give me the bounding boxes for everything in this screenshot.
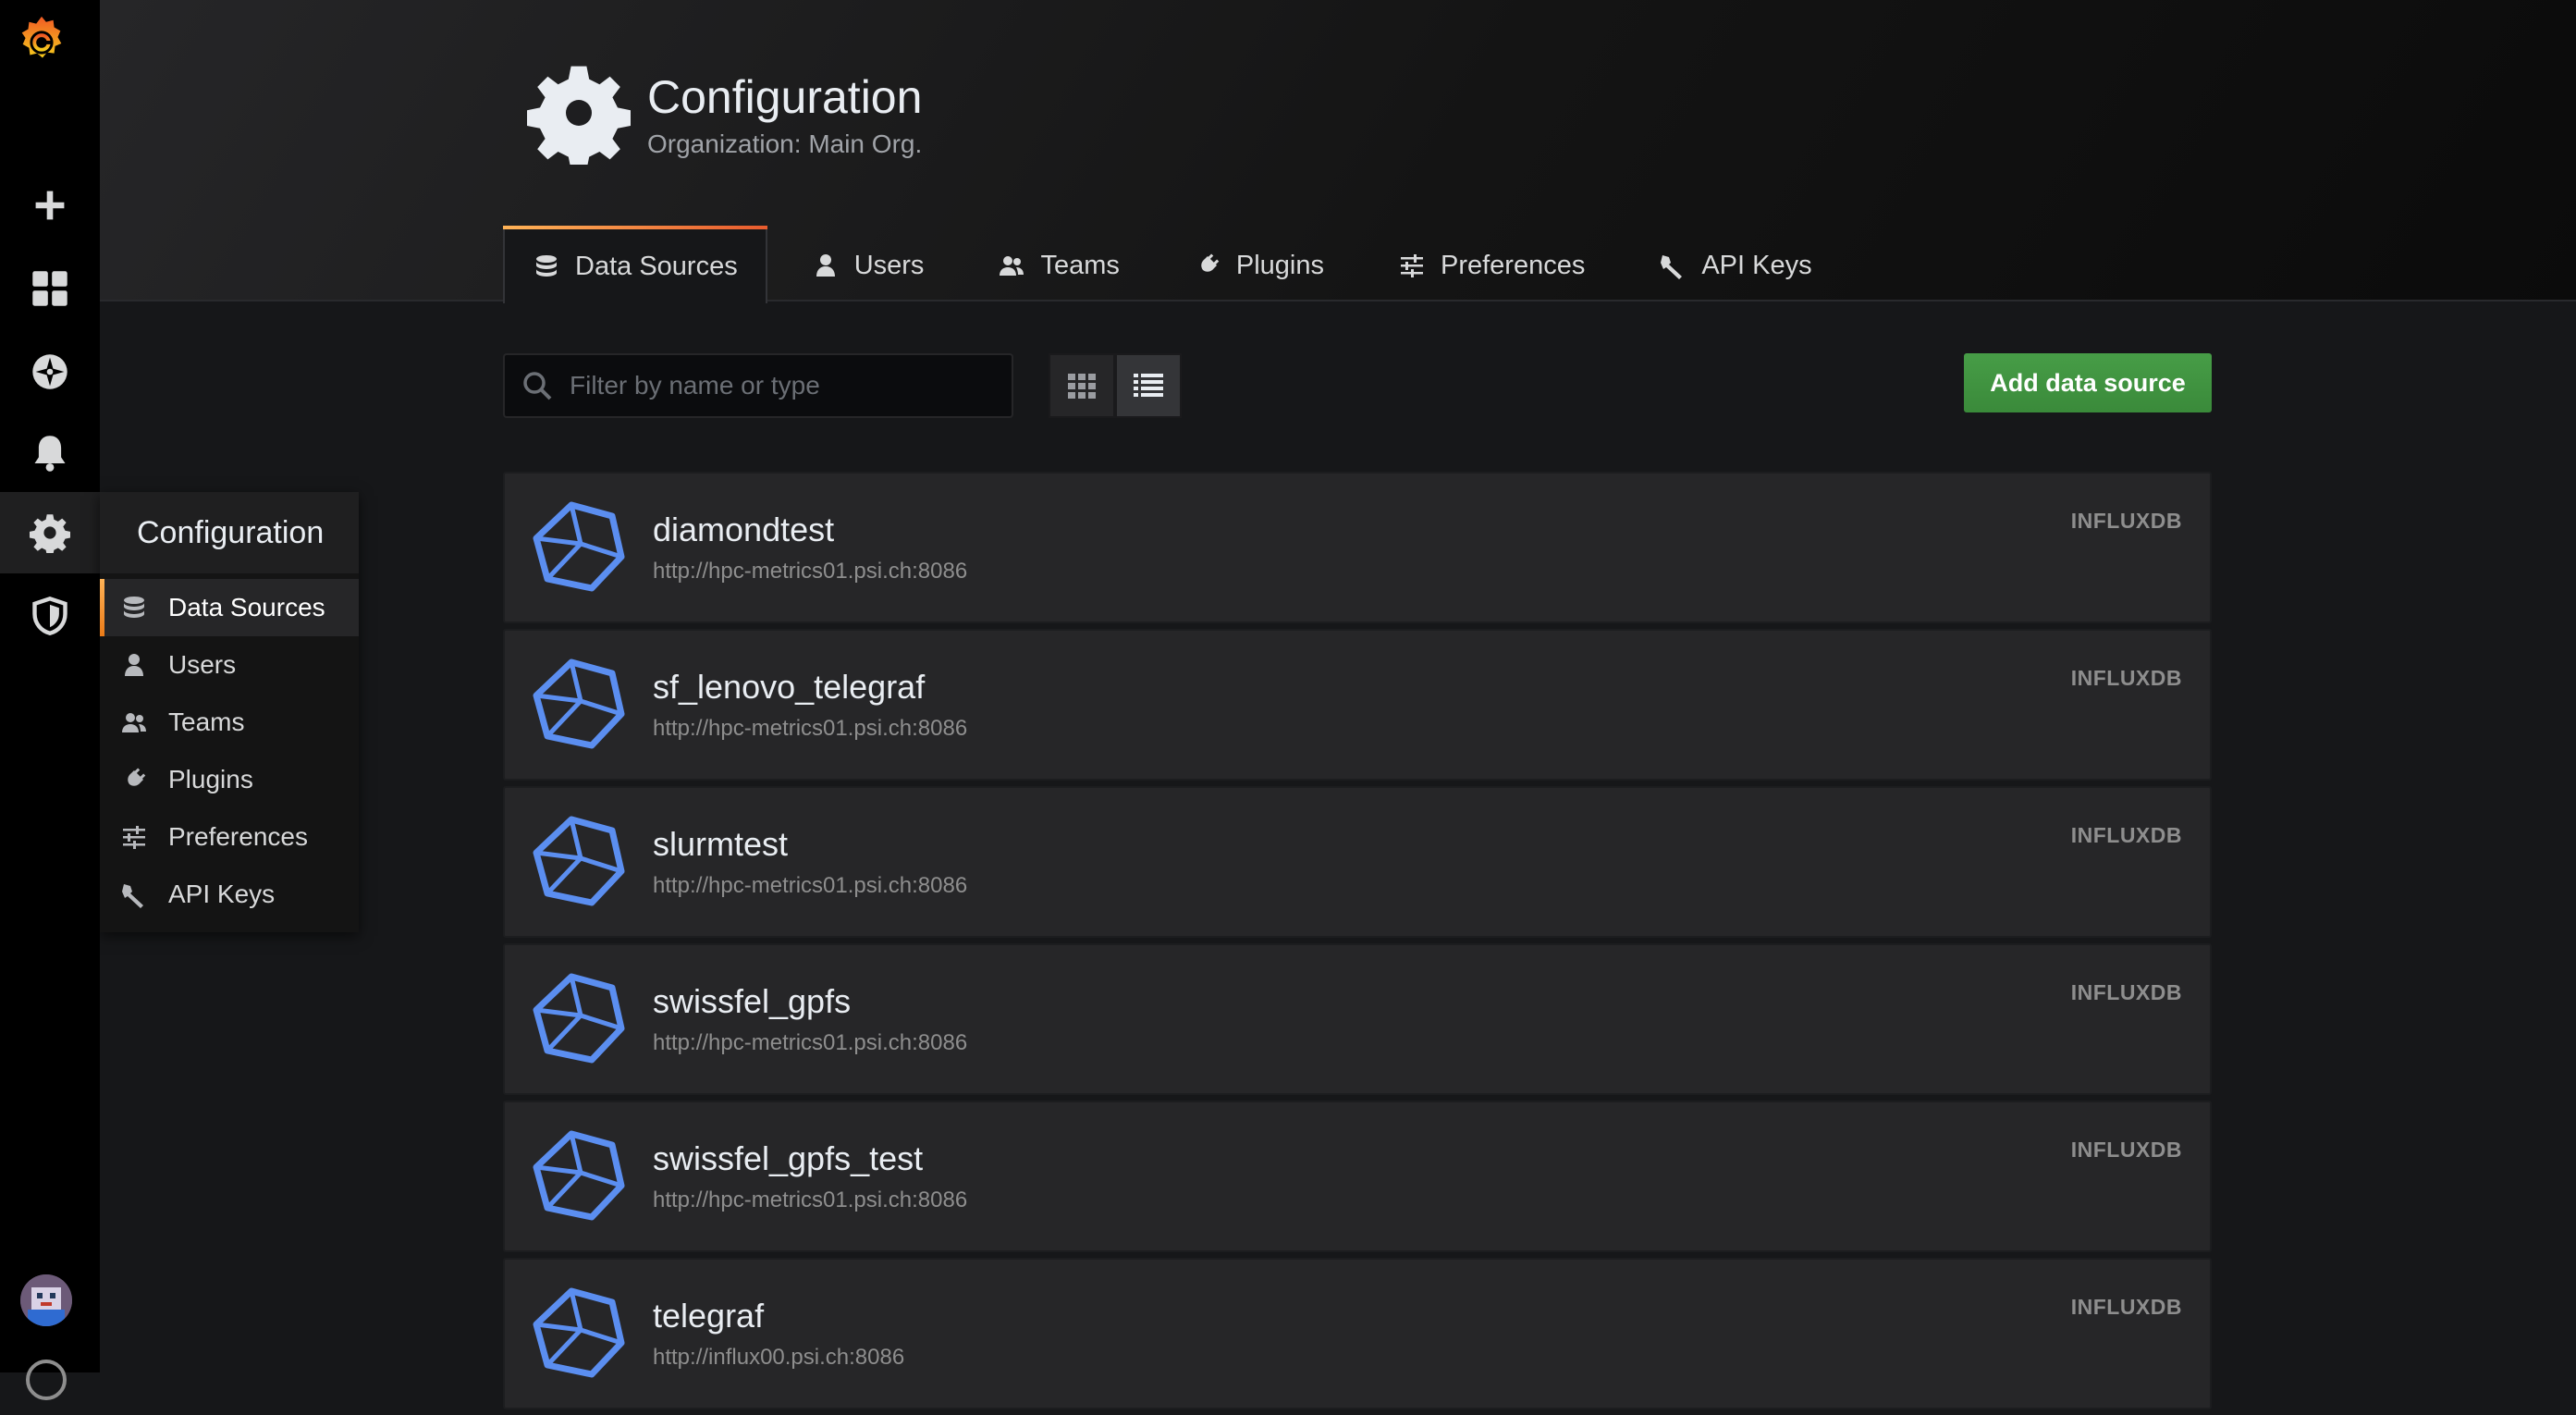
grid-icon — [1068, 374, 1096, 399]
data-source-type: INFLUXDB — [2070, 1295, 2182, 1319]
data-source-url: http://hpc-metrics01.psi.ch:8086 — [653, 1187, 968, 1212]
help-icon[interactable] — [26, 1360, 67, 1400]
flyout-item-data-sources[interactable]: Data Sources — [100, 579, 359, 636]
data-source-type: INFLUXDB — [2070, 509, 2182, 533]
influxdb-logo-icon — [533, 816, 625, 906]
data-source-type: INFLUXDB — [2070, 823, 2182, 847]
sliders-icon — [1400, 254, 1423, 277]
key-icon — [122, 884, 143, 908]
tab-users[interactable]: Users — [782, 226, 954, 303]
tab-label: Preferences — [1440, 250, 1586, 280]
server-admin-shield-icon[interactable] — [0, 575, 100, 657]
data-source-url: http://hpc-metrics01.psi.ch:8086 — [653, 716, 968, 741]
flyout-item-api-keys[interactable]: API Keys — [100, 866, 359, 923]
key-icon — [1661, 255, 1683, 279]
flyout-item-label: Teams — [168, 708, 245, 736]
data-source-card[interactable]: telegraf http://influx00.psi.ch:8086 INF… — [503, 1258, 2212, 1409]
configuration-gear-icon[interactable] — [0, 492, 100, 573]
flyout-item-label: Preferences — [168, 822, 308, 851]
tab-label: Users — [853, 250, 925, 280]
data-source-card[interactable]: swissfel_gpfs http://hpc-metrics01.psi.c… — [503, 943, 2212, 1095]
dashboards-icon[interactable] — [0, 248, 100, 329]
configuration-gear-icon — [527, 61, 631, 170]
data-source-card[interactable]: sf_lenovo_telegraf http://hpc-metrics01.… — [503, 629, 2212, 781]
influxdb-logo-icon — [533, 501, 625, 592]
users-icon — [1000, 256, 1024, 276]
data-source-type: INFLUXDB — [2070, 980, 2182, 1004]
configuration-flyout-menu: Configuration Data Sources Users Teams P… — [100, 492, 359, 932]
plug-icon — [126, 768, 146, 788]
create-plus-icon[interactable] — [0, 165, 100, 246]
flyout-item-label: API Keys — [168, 880, 276, 908]
influxdb-logo-icon — [533, 658, 625, 749]
user-avatar[interactable] — [20, 1274, 72, 1326]
data-source-card[interactable]: slurmtest http://hpc-metrics01.psi.ch:80… — [503, 786, 2212, 938]
tab-label: Teams — [1040, 250, 1120, 280]
grafana-logo-icon[interactable] — [13, 13, 70, 70]
data-source-name: swissfel_gpfs — [653, 982, 852, 1020]
add-data-source-button[interactable]: Add data source — [1964, 353, 2212, 412]
data-source-card[interactable]: swissfel_gpfs_test http://hpc-metrics01.… — [503, 1101, 2212, 1252]
flyout-item-preferences[interactable]: Preferences — [100, 808, 359, 866]
data-source-name: diamondtest — [653, 511, 835, 548]
page-subtitle: Organization: Main Org. — [647, 129, 923, 158]
influxdb-logo-icon — [533, 973, 625, 1064]
flyout-item-plugins[interactable]: Plugins — [100, 751, 359, 808]
tab-label: Plugins — [1235, 250, 1324, 280]
grid-view-button[interactable] — [1049, 353, 1115, 418]
database-icon — [124, 597, 144, 618]
flyout-item-teams[interactable]: Teams — [100, 694, 359, 751]
data-source-name: telegraf — [653, 1297, 765, 1335]
influxdb-logo-icon — [533, 1130, 625, 1221]
search-box — [503, 353, 1013, 418]
user-icon — [816, 254, 835, 277]
list-icon — [1134, 374, 1163, 397]
user-icon — [125, 654, 143, 676]
data-source-url: http://hpc-metrics01.psi.ch:8086 — [653, 1030, 968, 1055]
users-icon — [122, 713, 146, 732]
explore-compass-icon[interactable] — [0, 331, 100, 412]
list-view-button[interactable] — [1115, 353, 1182, 418]
tab-data-sources[interactable]: Data Sources — [503, 226, 767, 303]
tab-bar: Data Sources Users Teams Plugins Prefere… — [503, 226, 1857, 303]
flyout-item-label: Plugins — [168, 765, 253, 794]
flyout-item-label: Users — [168, 650, 237, 679]
tab-label: Data Sources — [575, 251, 738, 281]
data-source-url: http://hpc-metrics01.psi.ch:8086 — [653, 873, 968, 898]
page-title: Configuration — [647, 71, 923, 123]
database-icon — [536, 255, 557, 277]
tab-teams[interactable]: Teams — [968, 226, 1148, 303]
data-source-card[interactable]: diamondtest http://hpc-metrics01.psi.ch:… — [503, 472, 2212, 623]
tab-plugins[interactable]: Plugins — [1164, 226, 1354, 303]
flyout-item-label: Data Sources — [168, 593, 325, 621]
data-source-type: INFLUXDB — [2070, 1138, 2182, 1162]
data-source-url: http://influx00.psi.ch:8086 — [653, 1345, 905, 1370]
data-source-name: sf_lenovo_telegraf — [653, 668, 926, 706]
flyout-title[interactable]: Configuration — [100, 492, 359, 573]
data-source-name: slurmtest — [653, 825, 789, 863]
alerting-bell-icon[interactable] — [0, 412, 100, 494]
sliders-icon — [123, 826, 145, 849]
sidebar — [0, 0, 100, 1400]
flyout-item-users[interactable]: Users — [100, 636, 359, 694]
data-source-type: INFLUXDB — [2070, 666, 2182, 690]
tab-preferences[interactable]: Preferences — [1368, 226, 1614, 303]
plug-icon — [1198, 253, 1220, 274]
data-source-url: http://hpc-metrics01.psi.ch:8086 — [653, 559, 968, 584]
influxdb-logo-icon — [533, 1287, 625, 1378]
tab-api-keys[interactable]: API Keys — [1629, 226, 1841, 303]
data-source-name: swissfel_gpfs_test — [653, 1139, 924, 1177]
view-mode-toggle — [1049, 353, 1182, 418]
search-input[interactable] — [570, 371, 995, 400]
tab-label: API Keys — [1701, 250, 1812, 280]
page-header: Configuration Organization: Main Org. Da… — [100, 0, 2576, 303]
search-icon — [523, 372, 552, 400]
data-source-list: diamondtest http://hpc-metrics01.psi.ch:… — [503, 472, 2212, 1415]
